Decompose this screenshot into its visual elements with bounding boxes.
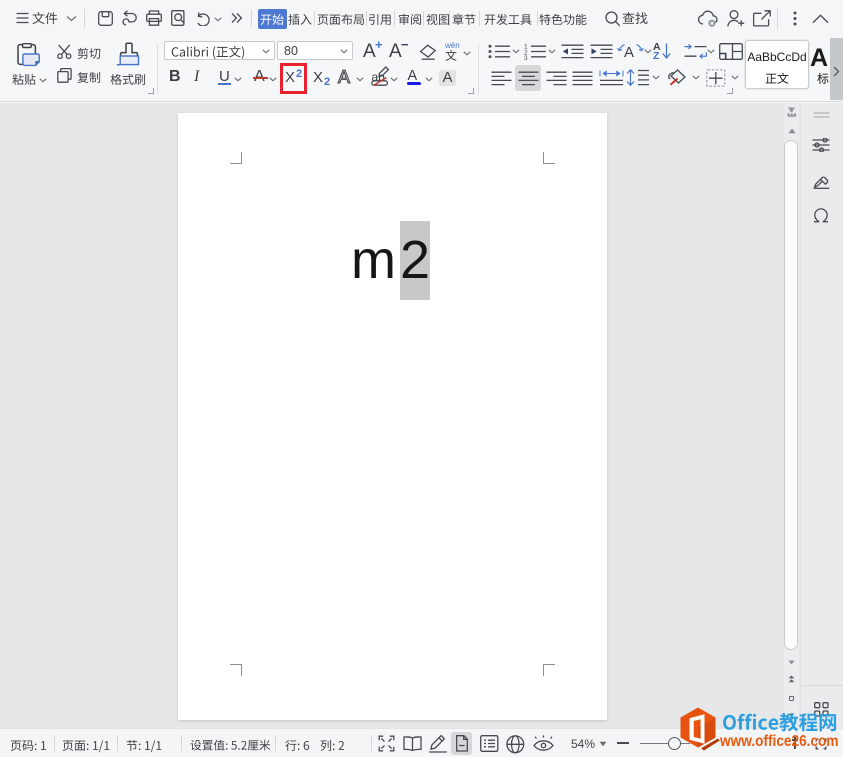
svg-text:3: 3 [524, 55, 528, 60]
